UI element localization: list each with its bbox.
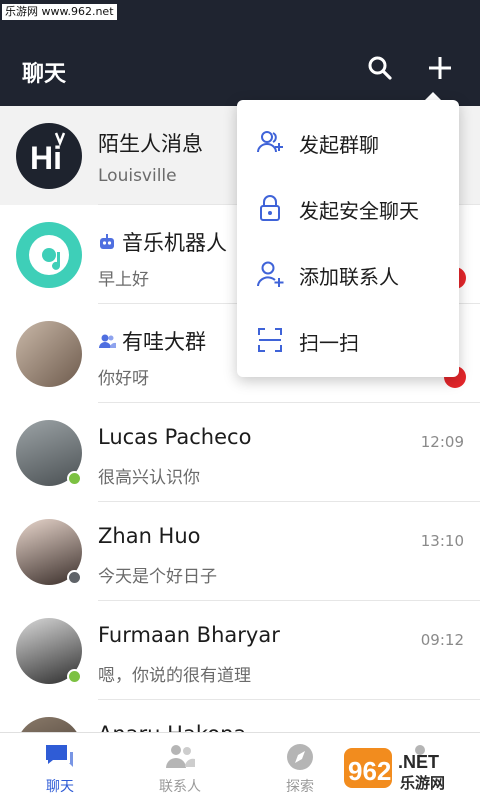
- watermark-top: 乐游网 www.962.net: [2, 4, 117, 20]
- svg-text:乐游网: 乐游网: [400, 774, 445, 792]
- chat-preview: 你好呀: [98, 369, 149, 389]
- music-disc-icon: [29, 235, 69, 275]
- app-header: 聊天: [0, 24, 480, 106]
- avatar: [16, 321, 82, 387]
- menu-label: 添加联系人: [299, 265, 399, 289]
- chat-row-anaru[interactable]: Anaru Hakopa: [0, 700, 480, 732]
- chat-time: 12:09: [420, 433, 464, 451]
- chat-row-furmaan[interactable]: Furmaan Bharyar 嗯，你说的很有道理 09:12: [0, 601, 480, 700]
- chat-name: 有哇大群: [122, 330, 206, 354]
- chat-icon: [46, 745, 73, 767]
- scan-icon: [258, 328, 282, 352]
- menu-item-add-contact[interactable]: 添加联系人: [237, 239, 459, 305]
- chat-preview: 今天是个好日子: [98, 567, 217, 587]
- online-status-dot: [67, 471, 82, 486]
- chat-row-lucas[interactable]: Lucas Pacheco 很高兴认识你 12:09: [0, 403, 480, 502]
- compass-icon: [287, 744, 313, 770]
- menu-label: 发起安全聊天: [299, 199, 419, 223]
- page-title: 聊天: [22, 62, 67, 87]
- avatar: [16, 222, 82, 288]
- chat-preview: 早上好: [98, 270, 149, 290]
- menu-item-start-secure-chat[interactable]: 发起安全聊天: [237, 173, 459, 239]
- status-bar: 乐游网 www.962.net: [0, 0, 480, 24]
- search-button[interactable]: [362, 50, 398, 86]
- tab-contacts[interactable]: 联系人: [120, 733, 240, 800]
- svg-text:962: 962: [348, 756, 391, 786]
- chat-name: 陌生人消息: [98, 132, 203, 156]
- menu-item-scan[interactable]: 扫一扫: [237, 305, 459, 371]
- contacts-icon: [166, 745, 195, 768]
- chat-name: Lucas Pacheco: [98, 425, 252, 449]
- hi-logo-icon: Hi: [30, 132, 66, 176]
- group-icon: [98, 331, 116, 355]
- chat-time: 09:12: [420, 631, 464, 649]
- watermark-logo: 962 .NET 乐游网: [344, 748, 445, 792]
- chat-name: Zhan Huo: [98, 524, 201, 548]
- online-status-dot: [67, 669, 82, 684]
- chat-preview: 嗯，你说的很有道理: [98, 666, 251, 686]
- menu-label: 扫一扫: [299, 331, 359, 355]
- chat-name: Furmaan Bharyar: [98, 623, 280, 647]
- chat-time: 13:10: [420, 532, 464, 550]
- lock-icon: [260, 195, 280, 221]
- offline-status-dot: [67, 570, 82, 585]
- avatar: [16, 717, 82, 732]
- tab-chat[interactable]: 聊天: [0, 733, 120, 800]
- robot-icon: [98, 232, 116, 256]
- person-add-icon: [257, 261, 284, 287]
- chat-row-zhan[interactable]: Zhan Huo 今天是个好日子 13:10: [0, 502, 480, 601]
- chat-name-wrap: 有哇大群: [98, 326, 206, 356]
- tab-label: 联系人: [159, 779, 201, 795]
- chat-name: Anaru Hakopa: [98, 722, 246, 732]
- plus-icon: [429, 57, 451, 79]
- menu-label: 发起群聊: [299, 133, 379, 157]
- chat-preview: 很高兴认识你: [98, 468, 200, 488]
- add-button[interactable]: [422, 50, 458, 86]
- svg-text:.NET: .NET: [398, 752, 439, 772]
- chat-preview: Louisville: [98, 166, 177, 186]
- avatar: Hi: [16, 123, 82, 189]
- tab-label: 聊天: [46, 779, 74, 795]
- group-add-icon: [257, 131, 283, 153]
- search-icon: [368, 56, 392, 80]
- chat-name: 音乐机器人: [122, 231, 227, 255]
- add-menu-popup: 发起群聊 发起安全聊天 添加联系人 扫一扫: [237, 100, 459, 377]
- svg-text:Hi: Hi: [30, 140, 62, 176]
- menu-item-start-group-chat[interactable]: 发起群聊: [237, 107, 459, 173]
- chat-name-wrap: 音乐机器人: [98, 227, 227, 257]
